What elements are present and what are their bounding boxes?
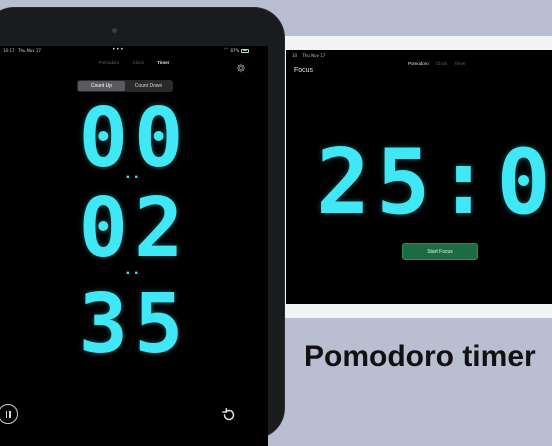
back-mode-tabs: Pomodoro Clock Timer	[408, 61, 472, 66]
wifi-icon: ◠	[224, 47, 229, 53]
multitask-dots-icon[interactable]: •••	[112, 46, 124, 53]
status-bar: 10:17 Thu Nov 17 ••• ◠ 87%	[0, 46, 268, 56]
pause-icon	[5, 410, 7, 418]
tablet-portrait: 10:17 Thu Nov 17 ••• ◠ 87% Pomodoro Cloc…	[0, 8, 284, 446]
tab-clock[interactable]: Clock	[133, 60, 144, 65]
back-tab-clock[interactable]: Clock	[436, 61, 447, 66]
back-tab-pomodoro[interactable]: Pomodoro	[408, 61, 429, 66]
status-time: 10:17	[3, 48, 15, 53]
start-focus-button[interactable]: Start Focus	[402, 243, 478, 260]
battery-icon	[241, 48, 250, 53]
seconds-digits: 35	[78, 277, 190, 372]
hours-digits: 00	[78, 91, 190, 186]
back-status-date: Thu Nov 17	[302, 53, 326, 58]
status-right: ◠ 87%	[224, 47, 250, 53]
status-date: Thu Nov 17	[18, 48, 41, 53]
timer-screen: 10:17 Thu Nov 17 ••• ◠ 87% Pomodoro Cloc…	[0, 46, 268, 446]
tablet-landscape: 10 Thu Nov 17 Pomodoro Clock Timer Focus…	[270, 36, 552, 318]
focus-heading: Focus	[294, 67, 314, 74]
caption-title: Pomodoro timer	[304, 340, 536, 373]
back-status-bar: 10 Thu Nov 17	[292, 53, 329, 58]
back-status-time: 10	[292, 53, 298, 58]
count-up-option[interactable]: Count Up	[78, 81, 125, 91]
minutes-digits: 02	[78, 181, 190, 276]
mode-tabs: Pomodoro Clock Timer	[0, 60, 268, 65]
count-down-option[interactable]: Count Down	[125, 81, 172, 91]
back-tab-timer[interactable]: Timer	[454, 61, 465, 66]
pause-button[interactable]	[0, 404, 18, 424]
camera-icon	[112, 28, 117, 33]
gear-icon[interactable]	[236, 63, 246, 73]
tab-timer[interactable]: Timer	[157, 60, 169, 65]
battery-percent: 87%	[230, 48, 240, 53]
reset-icon[interactable]	[220, 406, 238, 424]
pomodoro-time-display: 25:00	[316, 130, 552, 235]
pomodoro-screen: 10 Thu Nov 17 Pomodoro Clock Timer Focus…	[286, 50, 552, 304]
tab-pomodoro[interactable]: Pomodoro	[99, 60, 120, 65]
